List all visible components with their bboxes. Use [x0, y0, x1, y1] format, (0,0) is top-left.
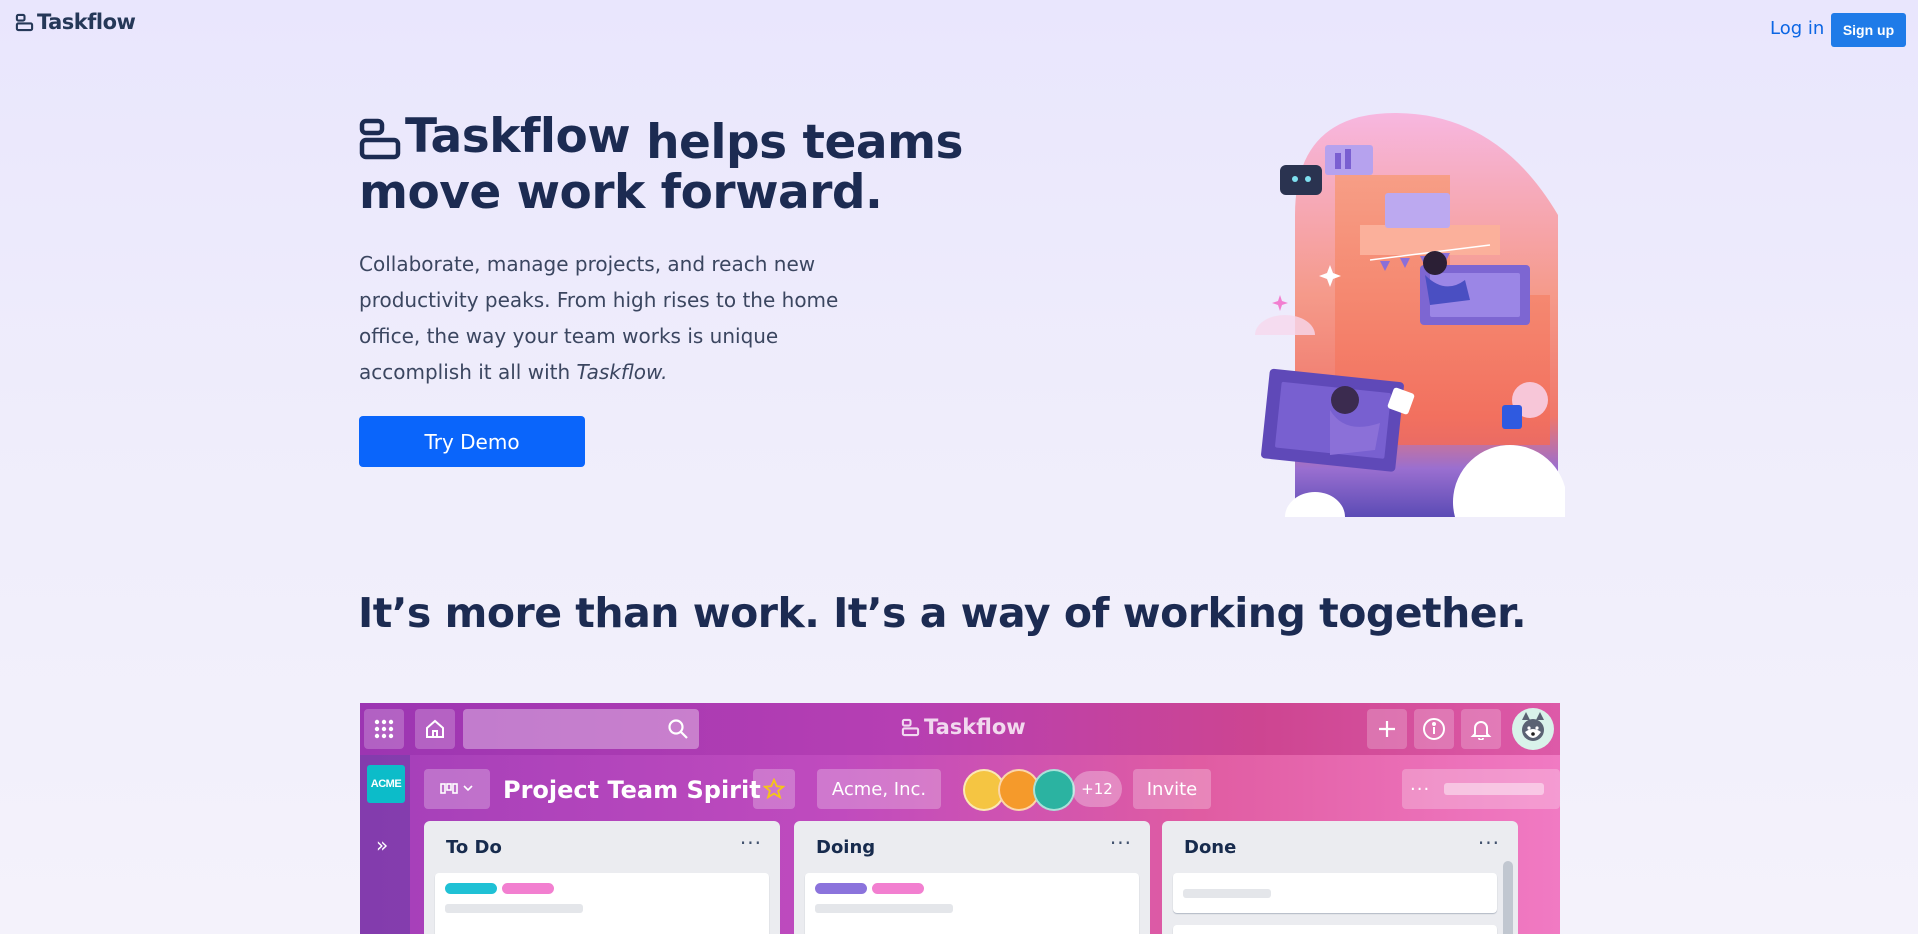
home-button[interactable]: [415, 709, 455, 749]
card[interactable]: [435, 873, 769, 934]
board-app-logo[interactable]: Taskflow: [901, 715, 1026, 739]
board-switcher[interactable]: [424, 769, 490, 809]
card-label: [815, 883, 867, 894]
notifications-button[interactable]: [1461, 709, 1501, 749]
user-avatar[interactable]: [1512, 708, 1554, 750]
taskflow-logo-icon: [901, 718, 920, 736]
login-link[interactable]: Log in: [1770, 18, 1824, 39]
card-label: [502, 883, 554, 894]
list-title: Doing: [816, 837, 876, 858]
taskflow-logo-icon: [359, 118, 401, 160]
ellipsis-icon: ···: [1410, 778, 1431, 800]
hero-illustration: [1255, 113, 1565, 517]
board-icon: [440, 783, 473, 794]
husky-avatar-icon: [1522, 712, 1544, 741]
card-label: [445, 883, 497, 894]
signup-button[interactable]: Sign up: [1831, 13, 1906, 47]
board-preview: Taskflow ACME » Project Team Spirit Acme…: [360, 703, 1560, 934]
board-search-input[interactable]: [463, 709, 699, 749]
add-button[interactable]: [1367, 709, 1407, 749]
member-avatar[interactable]: [1033, 769, 1075, 811]
list-done: Done ···: [1162, 821, 1518, 934]
hero-brand: Taskflow: [359, 109, 631, 164]
home-icon: [426, 719, 444, 738]
list-todo: To Do ···: [424, 821, 780, 934]
invite-button[interactable]: Invite: [1133, 769, 1211, 809]
section-title: It’s more than work. It’s a way of worki…: [358, 589, 1527, 637]
hero-title: Taskflow helps teams move work forward.: [359, 112, 1079, 218]
hero-brand-text: Taskflow: [405, 109, 631, 164]
member-overflow-count[interactable]: +12: [1072, 771, 1122, 807]
list-scrollbar[interactable]: [1503, 861, 1513, 934]
board-app-name: Taskflow: [924, 715, 1026, 739]
ellipsis-icon[interactable]: ···: [1110, 831, 1132, 855]
list-title: Done: [1184, 837, 1237, 858]
star-icon: [763, 778, 785, 800]
board-menu[interactable]: ···: [1402, 769, 1560, 809]
ellipsis-icon[interactable]: ···: [1478, 831, 1500, 855]
try-demo-button[interactable]: Try Demo: [359, 416, 585, 467]
menu-placeholder: [1444, 783, 1545, 795]
info-icon: [1423, 718, 1445, 740]
taskflow-logo-icon: [15, 13, 34, 31]
board-sidebar: ACME »: [360, 755, 410, 934]
logo-text: Taskflow: [37, 10, 136, 34]
list-doing: Doing ···: [794, 821, 1150, 934]
site-logo[interactable]: Taskflow: [15, 9, 136, 35]
workspace-button[interactable]: Acme, Inc.: [817, 769, 941, 809]
card-text-placeholder: [1183, 889, 1271, 898]
grid-icon: [374, 719, 394, 739]
card[interactable]: [1173, 925, 1497, 934]
expand-sidebar-icon[interactable]: »: [376, 833, 388, 857]
bell-icon: [1470, 721, 1492, 740]
plus-icon: [1379, 721, 1395, 737]
list-title: To Do: [446, 837, 502, 858]
ellipsis-icon[interactable]: ···: [740, 831, 762, 855]
hero-description: Collaborate, manage projects, and reach …: [359, 246, 879, 390]
info-button[interactable]: [1414, 709, 1454, 749]
card-text-placeholder: [815, 904, 953, 913]
star-button[interactable]: [753, 769, 795, 809]
card-text-placeholder: [445, 904, 583, 913]
card[interactable]: [805, 873, 1139, 934]
search-icon: [668, 719, 688, 739]
board-title[interactable]: Project Team Spirit: [503, 776, 761, 804]
card-label: [872, 883, 924, 894]
card[interactable]: [1173, 873, 1497, 913]
workspace-badge[interactable]: ACME: [367, 765, 405, 803]
hero-description-emphasis: Taskflow.: [576, 360, 668, 384]
apps-button[interactable]: [364, 709, 404, 749]
